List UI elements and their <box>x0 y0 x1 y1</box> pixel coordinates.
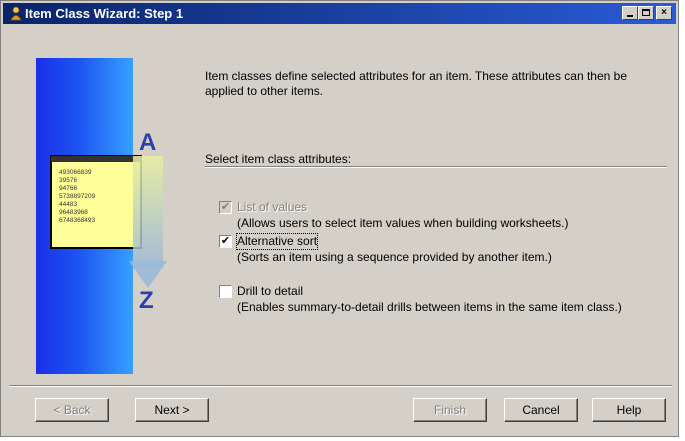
wizard-icon <box>10 6 22 21</box>
list-line: 96483968 <box>59 209 88 216</box>
letter-a: A <box>139 129 156 156</box>
option-description: (Enables summary-to-detail drills betwee… <box>237 300 622 314</box>
finish-button[interactable]: Finish <box>413 398 487 422</box>
option-label: List of values <box>237 200 308 214</box>
minimize-icon <box>627 15 633 17</box>
maximize-button[interactable] <box>638 6 654 20</box>
window-title: Item Class Wizard: Step 1 <box>25 6 184 21</box>
list-line: 6748368493 <box>59 217 96 224</box>
cancel-button[interactable]: Cancel <box>504 398 578 422</box>
list-line: 39576 <box>59 177 77 184</box>
back-button[interactable]: < Back <box>35 398 109 422</box>
help-button[interactable]: Help <box>592 398 666 422</box>
option-description: (Allows users to select item values when… <box>237 216 569 230</box>
option-description: (Sorts an item using a sequence provided… <box>237 250 552 264</box>
drill-to-detail-checkbox[interactable] <box>219 285 232 298</box>
minimize-button[interactable] <box>622 6 638 20</box>
close-icon: × <box>661 7 667 18</box>
option-label[interactable]: Alternative sort <box>235 233 319 250</box>
list-line: 44483 <box>59 201 77 208</box>
button-divider <box>9 385 672 387</box>
section-divider <box>205 166 667 168</box>
option-label[interactable]: Drill to detail <box>237 284 303 299</box>
next-button[interactable]: Next > <box>135 398 209 422</box>
list-of-values-checkbox: ✔ <box>219 201 232 214</box>
alternative-sort-checkbox[interactable]: ✔ <box>219 235 232 248</box>
list-line: 5738897209 <box>59 193 96 200</box>
list-line: 493066839 <box>59 169 92 176</box>
wizard-window: Item Class Wizard: Step 1 × A Z 49306683… <box>0 0 679 437</box>
section-label: Select item class attributes: <box>205 152 352 166</box>
close-button[interactable]: × <box>656 6 672 20</box>
list-line: 94766 <box>59 185 77 192</box>
title-bar[interactable]: Item Class Wizard: Step 1 × <box>3 3 676 24</box>
sort-illustration: A Z 493066839 39576 94766 5738897209 444… <box>50 129 167 314</box>
intro-text: Item classes define selected attributes … <box>205 69 628 98</box>
maximize-icon <box>642 9 650 16</box>
letter-z: Z <box>139 287 154 314</box>
